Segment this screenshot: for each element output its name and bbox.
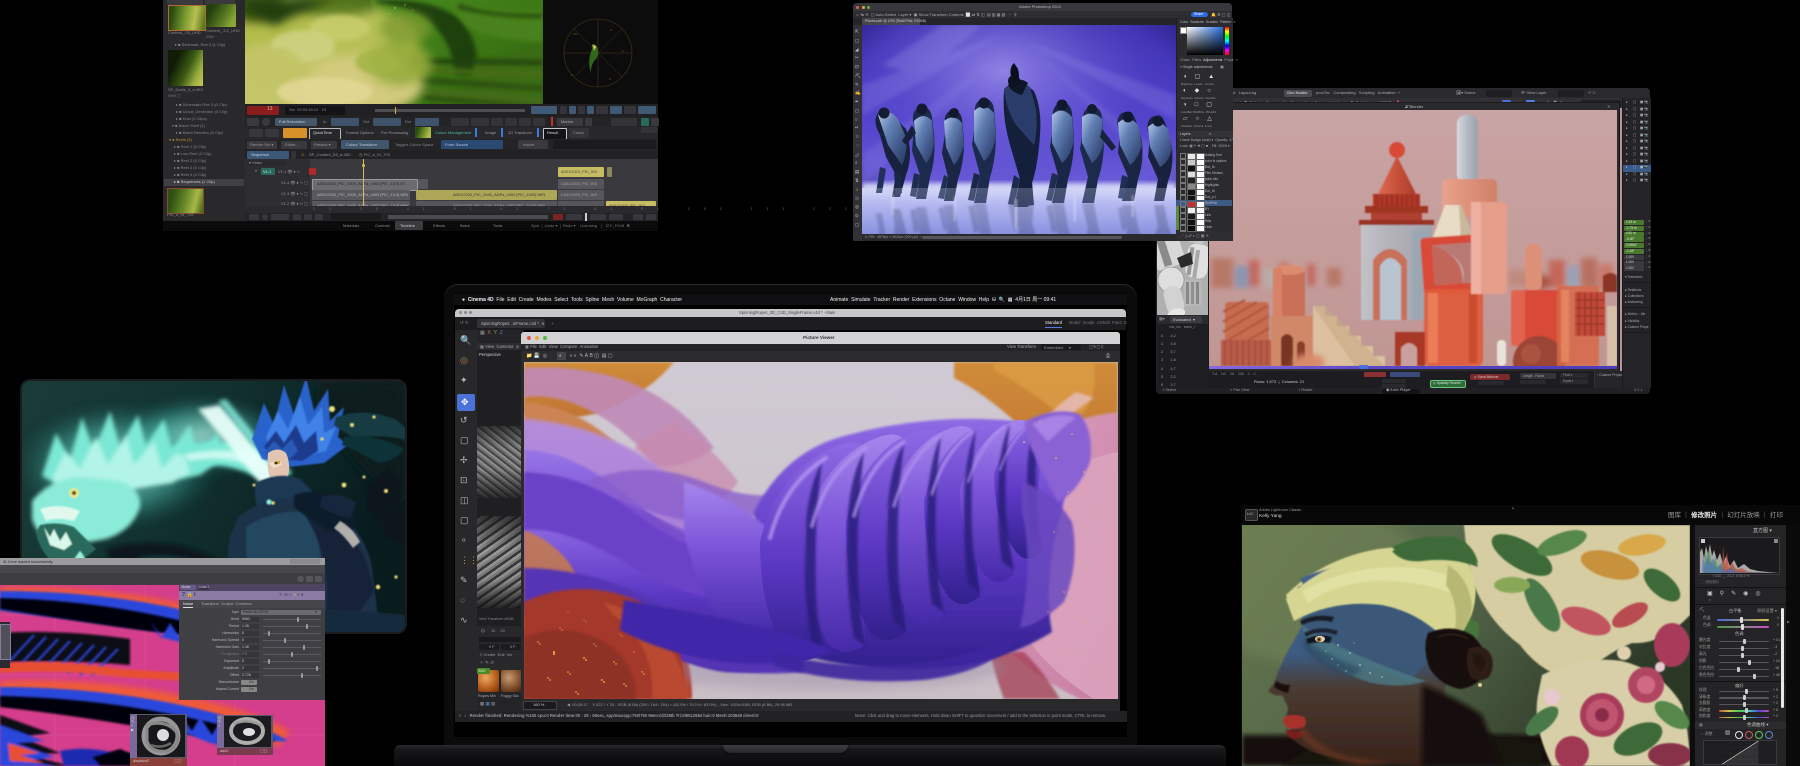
svg-text:MG: MG [573, 32, 578, 36]
svg-text:R: R [610, 28, 613, 32]
svg-text:YL: YL [621, 49, 625, 53]
svg-text:B: B [609, 77, 611, 81]
